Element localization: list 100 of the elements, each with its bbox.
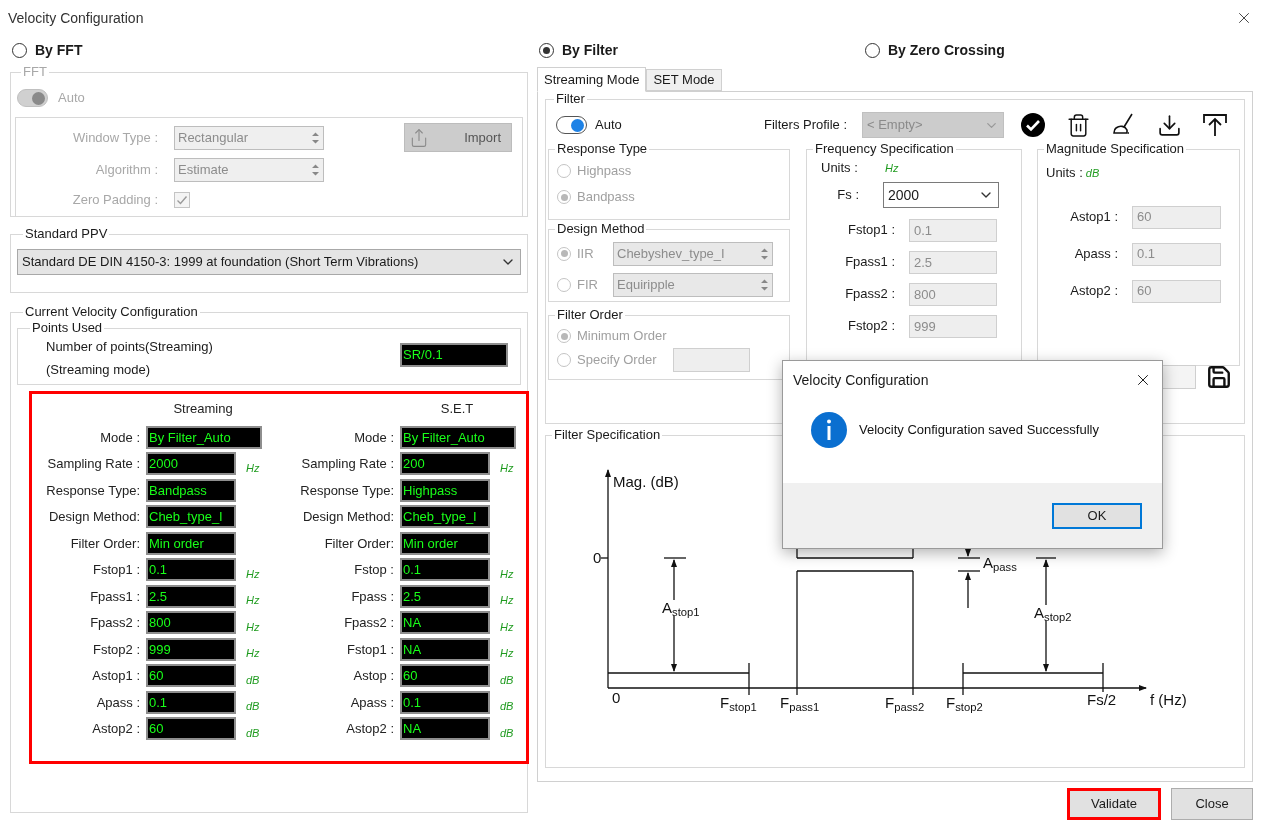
field-label: Fpass2 : <box>89 614 141 632</box>
tab[interactable]: Streaming Mode <box>537 67 647 92</box>
field-label: Design Method: <box>47 508 141 526</box>
option-label: IIR <box>577 244 595 263</box>
value-display: 60 <box>146 664 236 688</box>
unit-label: Hz <box>246 593 260 608</box>
radio-button[interactable] <box>539 42 554 58</box>
field-label: Filter Order: <box>323 534 395 553</box>
value-display: 0.1 <box>146 690 236 714</box>
checkmark-icon[interactable] <box>1020 112 1046 138</box>
unit-label: Hz <box>500 619 514 635</box>
dialog-button[interactable]: Close <box>1171 788 1253 820</box>
field-label: Units : <box>821 159 859 178</box>
group-title: Magnitude Specification <box>1045 142 1186 156</box>
field-label: Fstop : <box>353 561 395 579</box>
download-icon[interactable] <box>1157 112 1182 138</box>
group-title: Filter Specification <box>553 428 662 442</box>
unit-label: Hz <box>246 619 260 635</box>
tab[interactable]: SET Mode <box>646 69 722 91</box>
value-display: NA <box>400 637 490 661</box>
field-label: Fstop2 : <box>847 317 895 336</box>
group-title: Points Used <box>31 321 104 335</box>
field-label: Filter Order: <box>69 534 141 553</box>
value-display: SR/0.1 <box>400 343 508 367</box>
column-heading: Streaming <box>172 400 234 419</box>
field-label: Apass : <box>1073 244 1118 263</box>
value-display: NA <box>400 611 490 635</box>
value-display: By Filter_Auto <box>400 425 516 449</box>
field-label: Algorithm : <box>94 161 159 180</box>
unit-label: Hz <box>500 646 514 661</box>
toggle-switch[interactable] <box>556 116 587 134</box>
value-display: By Filter_Auto <box>146 425 262 449</box>
dialog-button[interactable]: Validate <box>1067 788 1161 820</box>
ok-button[interactable]: OK <box>1052 502 1142 529</box>
value-display: NA <box>400 717 490 741</box>
diagram-label: 0 <box>593 550 602 566</box>
group-title: Design Method <box>556 222 646 236</box>
save-icon[interactable] <box>1206 364 1232 390</box>
spin-arrows-icon[interactable] <box>311 131 320 145</box>
group-title: Standard PPV <box>24 227 109 241</box>
value-display: 60 <box>400 664 490 688</box>
unit-label: dB <box>246 699 260 714</box>
field-label: Fs : <box>836 186 859 205</box>
diagram-label: F$_{pass1}$ <box>780 695 820 711</box>
value-display: 2.5 <box>400 584 490 608</box>
option-label: Bandpass <box>577 188 635 207</box>
method-label: By Filter <box>562 40 618 60</box>
value-display: 0.1 <box>400 558 490 582</box>
window-title: Velocity Configuration <box>8 8 144 28</box>
dialog-title: Velocity Configuration <box>793 370 929 390</box>
field-label: Mode : <box>99 428 141 447</box>
field-label: Fstop2 : <box>92 640 141 659</box>
field-label: Fpass2 : <box>844 285 895 304</box>
upload-icon[interactable] <box>1202 112 1228 138</box>
field-label: Sampling Rate : <box>46 455 141 473</box>
option-label: Minimum Order <box>577 327 667 346</box>
dialog-message: Velocity Configuration saved Successfully <box>859 421 1099 440</box>
field-label: Astop2 : <box>345 720 395 738</box>
group-title: FFT <box>22 65 48 79</box>
option-label: FIR <box>577 275 599 294</box>
field-label: Fpass1 : <box>844 253 895 272</box>
radio-button[interactable] <box>865 42 880 58</box>
field-label: Window Type : <box>71 129 159 148</box>
value-display: 0.1 <box>146 558 236 582</box>
group-title: Filter <box>555 92 586 106</box>
unit-label: Hz <box>500 460 514 476</box>
diagram-label: Mag. (dB) <box>613 474 679 490</box>
field-label: Units : <box>1046 164 1083 183</box>
field-label: Astop2 : <box>91 720 141 738</box>
field-label: Fstop1 : <box>847 221 895 240</box>
value-display: Cheb_type_I <box>146 505 236 529</box>
unit-label: Hz <box>500 566 514 582</box>
value-display: 999 <box>146 637 236 661</box>
points-description: Number of points(Streaming) <box>46 338 213 356</box>
value-display: 200 <box>400 452 490 476</box>
value-display: 2.5 <box>146 584 236 608</box>
unit-label: Hz <box>246 566 260 582</box>
toggle-label: Auto <box>58 89 85 108</box>
value-display: Bandpass <box>146 478 236 502</box>
unit-label: Hz <box>246 646 260 661</box>
diagram-label: 0 <box>612 690 621 706</box>
value-display: 800 <box>146 611 236 635</box>
value-display: 0.1 <box>400 690 490 714</box>
field-label: Fpass : <box>350 587 395 606</box>
toggle-label: Auto <box>595 116 622 135</box>
trash-icon[interactable] <box>1066 112 1091 138</box>
value-display: Min order <box>146 531 236 555</box>
diagram-label: F$_{pass2}$ <box>885 695 925 711</box>
unit-label: dB <box>246 672 260 688</box>
group-title: Response Type <box>556 142 649 156</box>
spin-arrows-icon[interactable] <box>311 163 320 177</box>
standard-dropdown[interactable]: Standard DE DIN 4150-3: 1999 at foundation (Short Term Vibrations) <box>17 249 521 275</box>
method-label: By FFT <box>35 40 83 60</box>
diagram-label: f (Hz) <box>1150 692 1187 708</box>
share-icon <box>409 127 429 148</box>
value-display: Highpass <box>400 478 490 502</box>
field-label: Response Type: <box>45 481 141 500</box>
field-label: Response Type: <box>299 481 395 500</box>
method-label: By Zero Crossing <box>888 40 1005 60</box>
group-title: Frequency Specification <box>814 142 955 156</box>
